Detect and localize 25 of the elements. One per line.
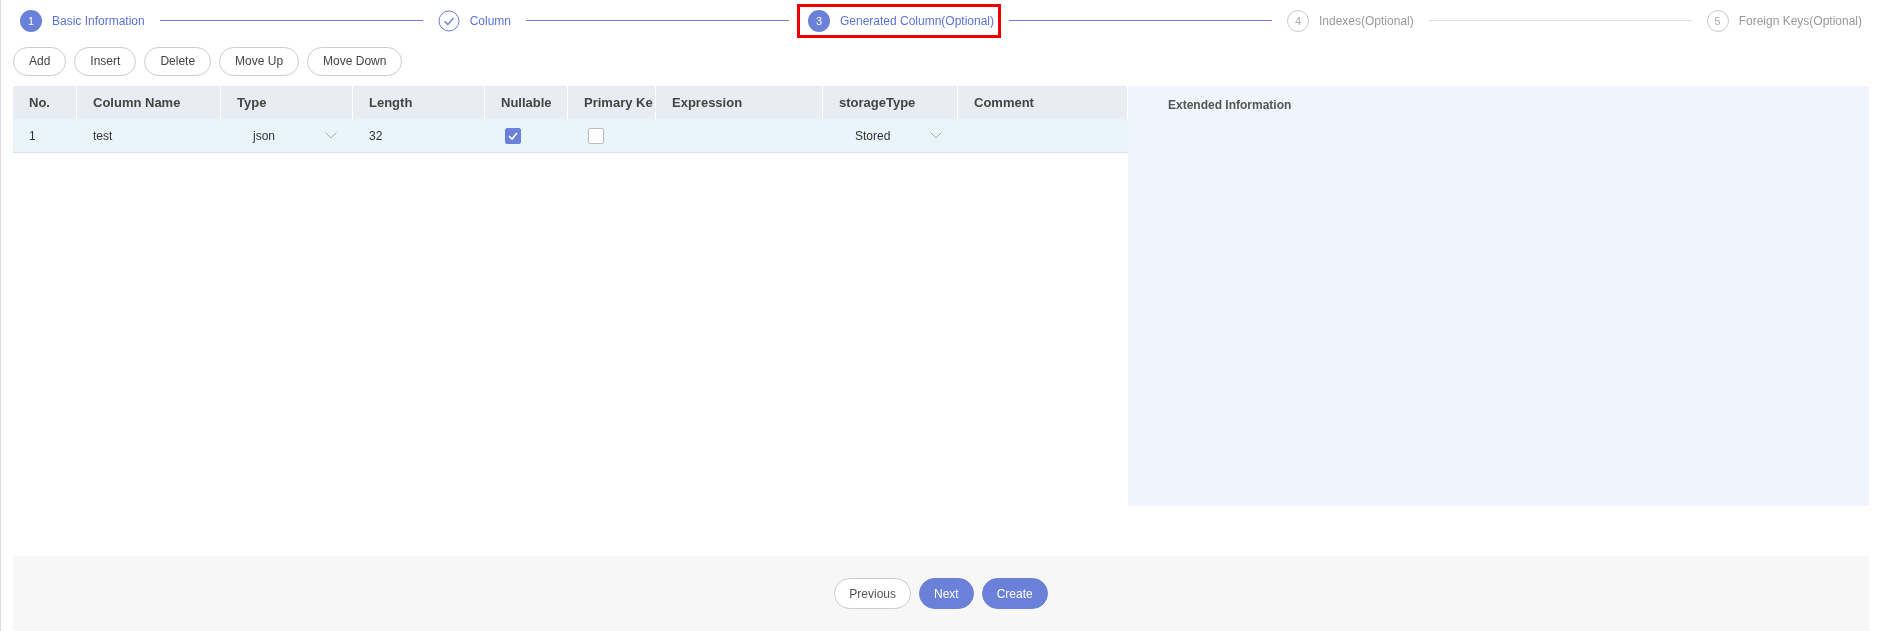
toolbar-button[interactable]: Move Down bbox=[307, 46, 403, 76]
table-row[interactable]: 1 test json 32 Stored bbox=[13, 119, 1128, 153]
select-field[interactable]: json bbox=[237, 128, 337, 143]
checkbox[interactable] bbox=[588, 127, 604, 144]
step-title[interactable]: Column bbox=[469, 13, 511, 28]
step-title[interactable]: Basic Information bbox=[52, 13, 145, 28]
panel-title: Extended Information bbox=[1168, 98, 1292, 112]
footer-button[interactable]: Next bbox=[919, 578, 974, 609]
footer-button[interactable]: Previous bbox=[834, 578, 911, 609]
footer-button[interactable]: Create bbox=[981, 578, 1048, 609]
checkbox[interactable] bbox=[505, 127, 521, 144]
caret-icon bbox=[930, 132, 942, 139]
table-cell: 1 bbox=[29, 128, 36, 143]
table-cell: 32 bbox=[369, 128, 383, 143]
toolbar-button[interactable]: Insert bbox=[74, 46, 137, 76]
check-icon bbox=[437, 9, 460, 32]
toolbar-button[interactable]: Add bbox=[13, 46, 67, 76]
step-number: 3 bbox=[807, 9, 830, 32]
toolbar-button[interactable]: Delete bbox=[144, 46, 212, 76]
step-number: 1 bbox=[20, 9, 42, 32]
caret-icon bbox=[325, 132, 337, 139]
table-cell: test bbox=[93, 128, 113, 143]
toolbar-button[interactable]: Move Up bbox=[219, 46, 300, 76]
step-title[interactable]: Generated Column(Optional) bbox=[839, 13, 995, 28]
select-field[interactable]: Stored bbox=[839, 128, 942, 143]
